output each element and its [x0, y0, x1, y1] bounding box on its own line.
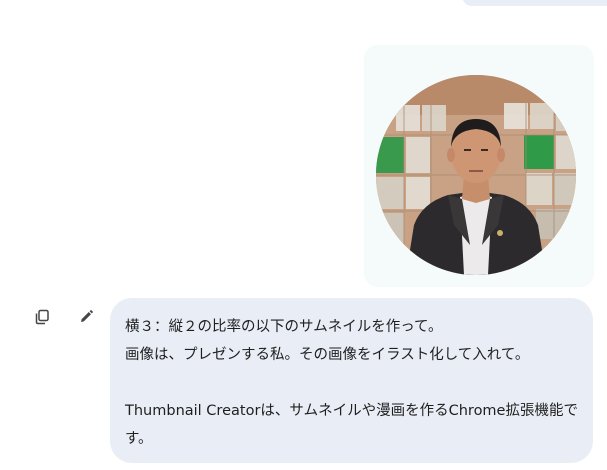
portrait-photo[interactable] — [376, 75, 576, 275]
edit-button[interactable] — [76, 307, 96, 327]
previous-message-bubble — [462, 0, 607, 6]
prompt-line: 画像は、プレゼンする私。その画像をイラスト化して入れて。 — [125, 347, 530, 363]
copy-icon — [35, 309, 49, 325]
prompt-line: Thumbnail Creatorは、サムネイルや漫画を作るChrome拡張機能… — [125, 403, 578, 447]
prompt-blank-line — [125, 369, 577, 397]
copy-button[interactable] — [32, 307, 52, 327]
prompt-line: 横３：縦２の比率の以下のサムネイルを作って。 — [125, 319, 443, 335]
edit-pencil-icon — [81, 310, 93, 322]
user-prompt-bubble: 横３：縦２の比率の以下のサムネイルを作って。 画像は、プレゼンする私。その画像を… — [110, 298, 593, 463]
message-actions — [32, 307, 96, 327]
uploaded-image-card[interactable] — [364, 45, 594, 287]
